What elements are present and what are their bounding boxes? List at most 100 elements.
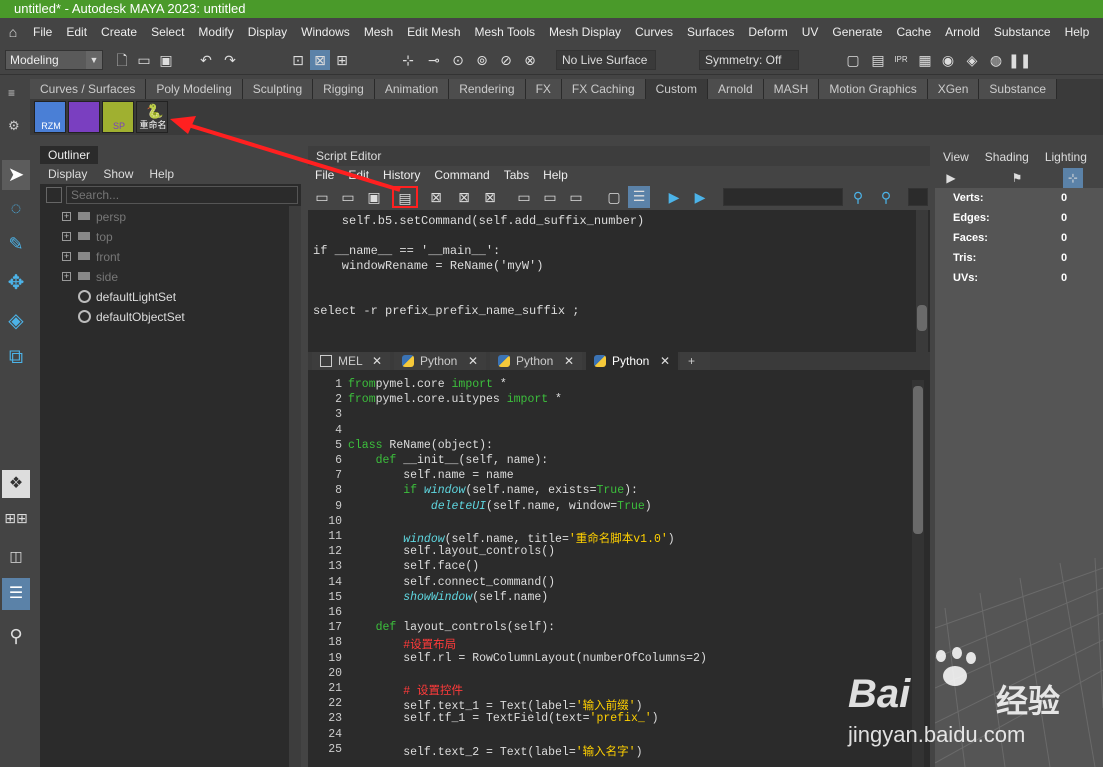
rotate-tool-icon[interactable]: ◈ bbox=[2, 308, 30, 336]
viewport-menu-item[interactable]: Lighting bbox=[1037, 150, 1095, 164]
pause-icon[interactable]: ❚❚ bbox=[1008, 50, 1031, 70]
shelf-button[interactable]: 🐍 重命名 bbox=[136, 101, 168, 133]
execute-icon[interactable]: ▶ bbox=[690, 187, 710, 207]
viewport-menu-item[interactable]: View bbox=[935, 150, 977, 164]
mode-selector[interactable]: Modeling ▼ bbox=[5, 50, 103, 70]
save-to-shelf-icon[interactable]: ▤ bbox=[392, 186, 418, 208]
script-search-input[interactable] bbox=[723, 188, 843, 206]
menu-item[interactable]: Windows bbox=[294, 25, 357, 39]
shelf-tab[interactable]: Poly Modeling bbox=[146, 79, 243, 99]
snap-grid-icon[interactable]: ⊹ bbox=[398, 50, 418, 70]
shelf-tab[interactable]: Sculpting bbox=[242, 79, 314, 99]
arnold-ipr-icon[interactable]: ◍ bbox=[986, 50, 1006, 70]
snap-curve-icon[interactable]: ⊸ bbox=[424, 50, 444, 70]
shelf-tab[interactable]: FX bbox=[525, 79, 562, 99]
script-menu-item[interactable]: Edit bbox=[341, 168, 376, 182]
script-tab[interactable]: Python ✕ bbox=[586, 352, 678, 370]
menu-item[interactable]: Mesh Display bbox=[542, 25, 628, 39]
expand-icon[interactable]: + bbox=[62, 252, 71, 261]
history-scrollbar[interactable] bbox=[916, 210, 928, 352]
move-tool-icon[interactable]: ✥ bbox=[2, 270, 30, 298]
expand-icon[interactable]: + bbox=[62, 232, 71, 241]
snap-surface-icon[interactable]: ⊘ bbox=[496, 50, 516, 70]
script-menu-item[interactable]: History bbox=[376, 168, 427, 182]
history-panel[interactable]: self.b5.setCommand(self.add_suffix_numbe… bbox=[308, 210, 930, 352]
snap-point-icon[interactable]: ⊙ bbox=[448, 50, 468, 70]
show-both-icon[interactable]: ▭ bbox=[566, 187, 586, 207]
script-tab[interactable]: Python ✕ bbox=[490, 352, 582, 370]
paint-select-icon[interactable]: ✎ bbox=[2, 234, 30, 262]
shelf-menu-icon[interactable]: ≡ bbox=[8, 86, 15, 100]
search-down-icon[interactable]: ⚲ bbox=[848, 187, 868, 207]
outliner-scrollbar[interactable] bbox=[289, 206, 301, 767]
save-scene-icon[interactable]: ▣ bbox=[156, 50, 176, 70]
open-scene-icon[interactable]: ▭ bbox=[134, 50, 154, 70]
clear-input-icon[interactable]: ⊠ bbox=[454, 187, 474, 207]
code-scroll-thumb[interactable] bbox=[913, 386, 923, 534]
select-object-icon[interactable]: ⊠ bbox=[310, 50, 330, 70]
shelf-tab[interactable]: Rendering bbox=[449, 79, 526, 99]
filter-icon[interactable] bbox=[46, 187, 62, 203]
outliner-item[interactable]: + top bbox=[40, 227, 301, 247]
shelf-button[interactable]: SP bbox=[102, 101, 134, 133]
search-options-box[interactable] bbox=[908, 188, 928, 206]
menu-item[interactable]: Help bbox=[1058, 25, 1097, 39]
code-editor[interactable]: 1 frompymel.core import * 2 frompymel.core.… bbox=[308, 370, 930, 767]
outliner-item[interactable]: defaultObjectSet bbox=[40, 307, 301, 327]
ipr-render-icon[interactable]: IPR bbox=[891, 50, 911, 70]
script-tab[interactable]: MEL ✕ bbox=[312, 352, 390, 370]
outliner-search-input[interactable] bbox=[66, 186, 298, 204]
line-numbers-icon[interactable]: ☰ bbox=[628, 186, 650, 208]
two-panes-icon[interactable]: ◫ bbox=[2, 542, 30, 570]
arnold-render-icon[interactable]: ◈ bbox=[962, 50, 982, 70]
menu-item[interactable]: Mesh bbox=[357, 25, 400, 39]
render-settings-icon[interactable]: ▦ bbox=[915, 50, 935, 70]
camera-icon[interactable]: ▶ bbox=[941, 168, 961, 188]
render-frame-icon[interactable]: ▤ bbox=[868, 50, 888, 70]
four-view-icon[interactable]: ⊞⊞ bbox=[2, 504, 30, 532]
script-tab[interactable]: Python ✕ bbox=[394, 352, 486, 370]
live-surface-field[interactable]: No Live Surface bbox=[556, 50, 656, 70]
menu-item[interactable]: Display bbox=[241, 25, 294, 39]
outliner-layout-icon[interactable]: ☰ bbox=[2, 578, 30, 610]
shelf-tab[interactable]: Curves / Surfaces bbox=[30, 79, 147, 99]
undo-icon[interactable]: ↶ bbox=[196, 50, 216, 70]
source-script-icon[interactable]: ▭ bbox=[338, 187, 358, 207]
scale-tool-icon[interactable]: ⧉ bbox=[2, 346, 30, 374]
menu-item[interactable]: Edit Mesh bbox=[400, 25, 467, 39]
maya-home-icon[interactable]: ⌂ bbox=[0, 24, 26, 40]
grid-icon[interactable]: ⊹ bbox=[1063, 168, 1083, 188]
menu-item[interactable]: Surfaces bbox=[680, 25, 741, 39]
menu-item[interactable]: File bbox=[26, 25, 59, 39]
select-hierarchy-icon[interactable]: ⊡ bbox=[288, 50, 308, 70]
shelf-button[interactable]: RZM bbox=[34, 101, 66, 133]
outliner-item[interactable]: + persp bbox=[40, 207, 301, 227]
lasso-tool-icon[interactable]: ◌ bbox=[2, 198, 30, 226]
close-icon[interactable]: ✕ bbox=[660, 352, 670, 370]
clear-all-icon[interactable]: ⊠ bbox=[480, 187, 500, 207]
expand-icon[interactable]: + bbox=[62, 272, 71, 281]
search-up-icon[interactable]: ⚲ bbox=[876, 187, 896, 207]
script-menu-item[interactable]: File bbox=[308, 168, 341, 182]
shelf-tab[interactable]: Arnold bbox=[707, 79, 764, 99]
shelf-button[interactable] bbox=[68, 101, 100, 133]
redo-icon[interactable]: ↷ bbox=[220, 50, 240, 70]
outliner-item[interactable]: + side bbox=[40, 267, 301, 287]
show-history-icon[interactable]: ▭ bbox=[514, 187, 534, 207]
shelf-tab[interactable]: FX Caching bbox=[561, 79, 646, 99]
shelf-tab[interactable]: MASH bbox=[763, 79, 820, 99]
close-icon[interactable]: ✕ bbox=[372, 352, 382, 370]
clear-history-icon[interactable]: ⊠ bbox=[426, 187, 446, 207]
outliner-item[interactable]: + front bbox=[40, 247, 301, 267]
gear-icon[interactable]: ⚙ bbox=[8, 118, 20, 134]
single-perspective-icon[interactable]: ❖ bbox=[2, 470, 30, 498]
echo-commands-icon[interactable]: ▢ bbox=[604, 187, 624, 207]
hypershade-icon[interactable]: ◉ bbox=[938, 50, 958, 70]
menu-item[interactable]: Cache bbox=[889, 25, 938, 39]
shelf-tab[interactable]: Animation bbox=[374, 79, 450, 99]
shelf-tab[interactable]: Rigging bbox=[313, 79, 375, 99]
search-icon[interactable]: ⚲ bbox=[2, 626, 30, 654]
outliner-item[interactable]: defaultLightSet bbox=[40, 287, 301, 307]
outliner-menu-item[interactable]: Show bbox=[95, 167, 141, 181]
close-icon[interactable]: ✕ bbox=[564, 352, 574, 370]
